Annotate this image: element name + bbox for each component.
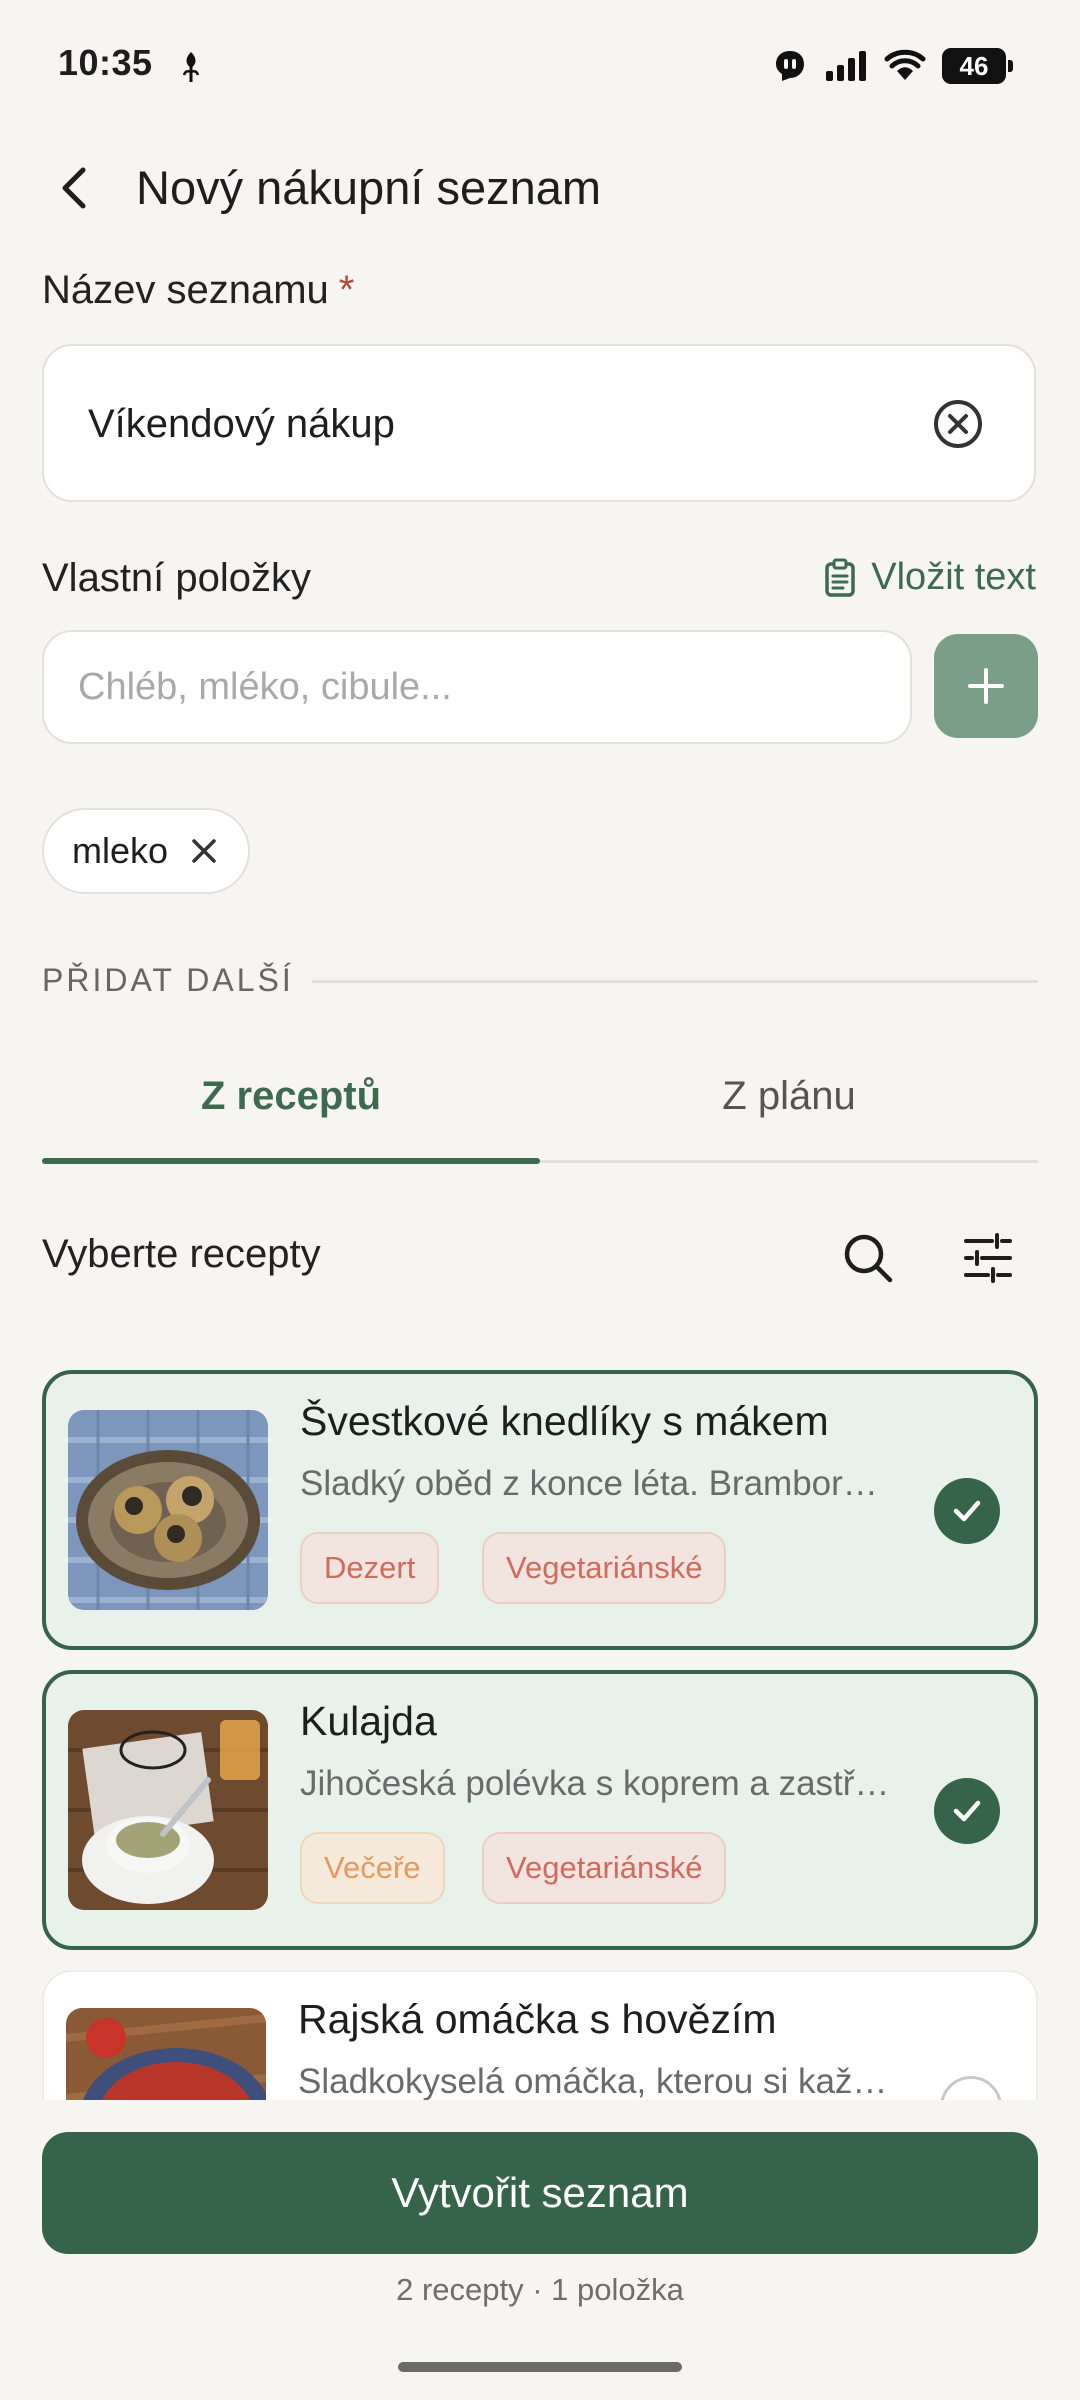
- recipe-description: Sladkokyselá omáčka, kterou si kaž…: [298, 2062, 888, 2101]
- close-icon[interactable]: [190, 837, 218, 865]
- tab-indicator: [42, 1158, 540, 1164]
- notification-icon: [776, 51, 804, 81]
- recipe-title: Kulajda: [300, 1698, 437, 1744]
- recipe-title: Švestkové knedlíky s mákem: [300, 1398, 829, 1444]
- add-item-button[interactable]: [934, 634, 1038, 738]
- home-indicator: [398, 2362, 682, 2372]
- clear-button[interactable]: [932, 398, 984, 450]
- battery-level: 46: [959, 50, 989, 81]
- signal-icon: [826, 51, 866, 81]
- recipe-card[interactable]: Kulajda Jihočeská polévka s koprem a zas…: [42, 1670, 1038, 1950]
- sliders-icon: [964, 1233, 1012, 1283]
- paste-text-label: Vložit text: [871, 556, 1036, 598]
- plus-icon: [968, 668, 1004, 704]
- search-icon: [844, 1234, 893, 1283]
- check-icon: [953, 1800, 981, 1822]
- item-chip-label: mleko: [72, 830, 169, 871]
- page-title: Nový nákupní seznam: [136, 161, 602, 214]
- list-name-value[interactable]: Víkendový nákup: [88, 402, 395, 447]
- tab-from-recipes[interactable]: Z receptů: [42, 1074, 540, 1119]
- wifi-icon: [884, 49, 926, 80]
- section-label: PŘIDAT DALŠÍ: [42, 962, 294, 998]
- clear-circle-icon: [934, 400, 982, 448]
- back-button[interactable]: [50, 160, 98, 216]
- chevron-left-icon: [62, 167, 86, 209]
- filter-button[interactable]: [956, 1226, 1020, 1290]
- required-mark: *: [338, 268, 355, 312]
- clipboard-icon: [825, 558, 856, 597]
- recipe-tag: Dezert: [300, 1532, 440, 1604]
- custom-item-input[interactable]: [42, 630, 912, 744]
- selection-summary: 2 recepty · 1 položka: [396, 2272, 684, 2307]
- recipe-tag: Vegetariánské: [482, 1532, 727, 1604]
- search-button[interactable]: [836, 1226, 900, 1290]
- recipe-image: [68, 1710, 268, 1910]
- selected-check[interactable]: [934, 1478, 1000, 1544]
- create-list-button[interactable]: Vytvořit seznam: [42, 2132, 1038, 2254]
- status-time: 10:35: [58, 42, 153, 83]
- list-name-label-text: Název seznamu: [42, 268, 329, 312]
- selected-check[interactable]: [934, 1778, 1000, 1844]
- recipe-tag: Večeře: [300, 1832, 445, 1904]
- section-divider: [312, 980, 1038, 983]
- pick-recipes-label: Vyberte recepty: [42, 1232, 321, 1276]
- list-name-field[interactable]: Víkendový nákup: [42, 344, 1036, 502]
- recipe-card[interactable]: Švestkové knedlíky s mákem Sladký oběd z…: [42, 1370, 1038, 1650]
- item-chip: mleko: [42, 808, 251, 894]
- recipe-description: Sladký oběd z konce léta. Brambor…: [300, 1464, 878, 1503]
- list-name-label: Název seznamu *: [42, 268, 354, 313]
- recipe-tag: Vegetariánské: [482, 1832, 727, 1904]
- leaf-icon: [182, 52, 200, 82]
- recipe-image: [68, 1410, 268, 1610]
- recipe-title: Rajská omáčka s hovězím: [298, 1996, 777, 2042]
- paste-text-button[interactable]: Vložit text: [823, 556, 1036, 599]
- battery-icon: 46: [942, 48, 1013, 84]
- recipe-description: Jihočeská polévka s koprem a zastř…: [300, 1764, 890, 1803]
- tab-from-plan[interactable]: Z plánu: [540, 1074, 1038, 1119]
- status-icons: 46: [772, 46, 1013, 86]
- check-icon: [953, 1500, 981, 1522]
- custom-items-label: Vlastní položky: [42, 556, 312, 600]
